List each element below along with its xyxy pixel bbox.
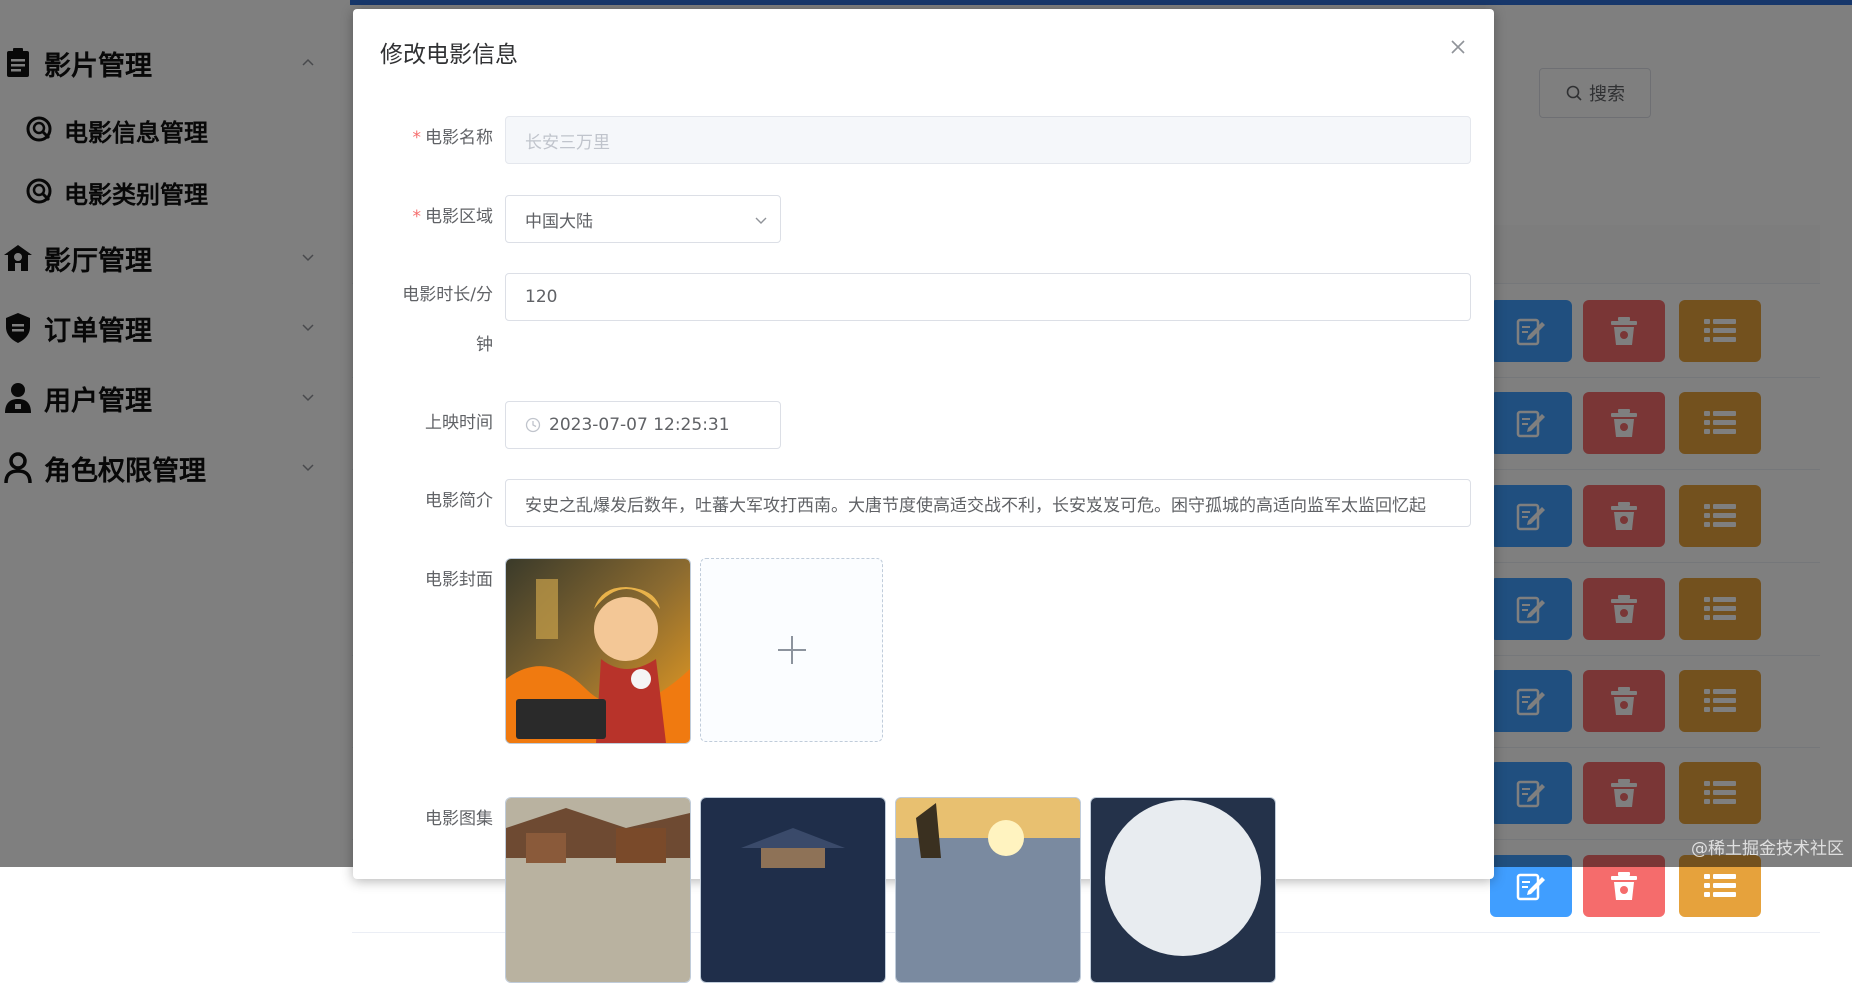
plus-icon (777, 636, 806, 664)
gallery-image[interactable] (895, 797, 1081, 983)
duration-input[interactable]: 120 (505, 273, 1471, 321)
region-select[interactable]: 中国大陆 (505, 195, 781, 243)
movie-name-input[interactable]: 长安三万里 (505, 116, 1471, 164)
release-date-picker[interactable]: 2023-07-07 12:25:31 (505, 401, 781, 449)
region-label: * 电影区域 (412, 207, 494, 227)
intro-input[interactable]: 安史之乱爆发后数年，吐蕃大军攻打西南。大唐节度使高适交战不利，长安岌岌可危。困守… (505, 479, 1471, 527)
watermark: @稀土掘金技术社区 (1691, 839, 1844, 859)
gallery-image[interactable] (1090, 797, 1276, 983)
chevron-down-icon (755, 217, 767, 224)
edit-icon (1514, 869, 1548, 903)
required-mark: * (412, 128, 422, 148)
cover-label: 电影封面 (425, 570, 493, 590)
name-label: * 电影名称 (412, 128, 494, 148)
close-icon[interactable] (1448, 37, 1468, 57)
gallery-label: 电影图集 (425, 809, 493, 829)
gallery-image[interactable] (505, 797, 691, 983)
intro-label: 电影简介 (425, 491, 493, 511)
list-icon (1702, 871, 1738, 901)
duration-label: 电影时长/分 钟 (402, 285, 493, 355)
trash-icon (1608, 869, 1640, 903)
release-label: 上映时间 (425, 413, 493, 433)
required-mark: * (412, 207, 422, 227)
upload-cover-button[interactable] (700, 558, 883, 742)
edit-movie-dialog: 修改电影信息 * 电影名称 长安三万里 * 电影区域 中国大陆 电影时长/分 钟 1… (353, 9, 1494, 983)
dialog-title: 修改电影信息 (380, 42, 518, 68)
cover-image[interactable] (505, 558, 691, 744)
gallery-image[interactable] (700, 797, 886, 983)
clock-icon (525, 417, 541, 433)
